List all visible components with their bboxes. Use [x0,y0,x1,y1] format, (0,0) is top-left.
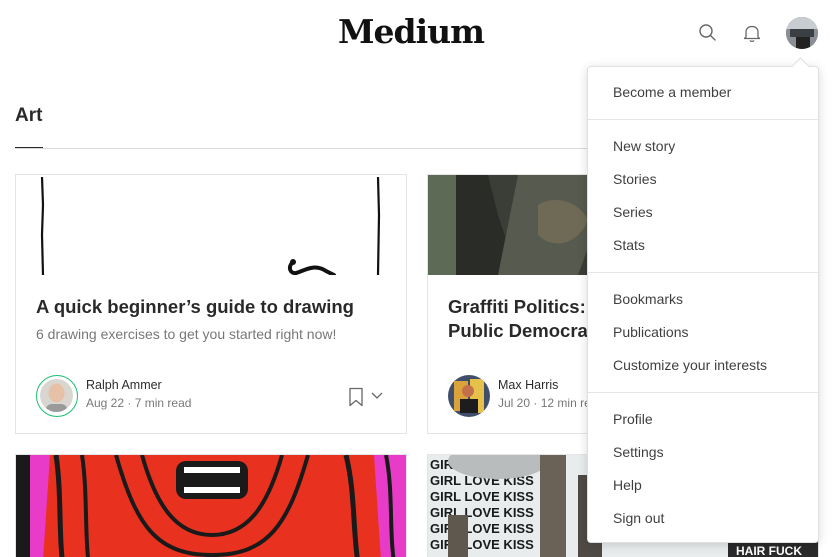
menu-item-become-member[interactable]: Become a member [613,84,731,100]
menu-item-settings[interactable]: Settings [613,444,664,460]
author-name[interactable]: Ralph Ammer [86,378,162,392]
story-card[interactable]: A quick beginner’s guide to drawing 6 dr… [15,174,407,434]
svg-text:GIRL LOVE KISS: GIRL LOVE KISS [430,505,534,520]
story-image[interactable] [16,175,406,275]
chevron-down-icon[interactable] [370,391,384,401]
story-image[interactable] [16,455,406,557]
menu-item-profile[interactable]: Profile [613,411,653,427]
story-card[interactable] [15,454,407,557]
menu-item-sign-out[interactable]: Sign out [613,510,664,526]
user-avatar[interactable] [786,17,818,49]
story-meta: Aug 22 · 7 min read [86,396,191,410]
menu-item-stats[interactable]: Stats [613,237,645,253]
story-date: Jul 20 [498,396,531,410]
menu-item-help[interactable]: Help [613,477,642,493]
menu-item-publications[interactable]: Publications [613,324,689,340]
author-avatar[interactable] [448,375,490,417]
menu-item-stories[interactable]: Stories [613,171,657,187]
menu-item-series[interactable]: Series [613,204,653,220]
meta-separator: · [127,396,135,410]
search-icon[interactable] [697,22,719,44]
author-name[interactable]: Max Harris [498,378,558,392]
medium-logo[interactable]: Medium [338,12,485,51]
read-time: 7 min read [134,396,192,410]
menu-divider [588,119,818,120]
bell-icon[interactable] [741,22,763,44]
story-subtitle[interactable]: 6 drawing exercises to get you started r… [36,326,336,342]
bookmark-icon[interactable] [348,387,364,407]
menu-item-bookmarks[interactable]: Bookmarks [613,291,683,307]
menu-divider [588,272,818,273]
story-date: Aug 22 [86,396,125,410]
section-title: Art [15,105,43,126]
menu-divider [588,392,818,393]
meta-separator: · [533,396,541,410]
account-dropdown-menu: Become a member New story Stories Series… [587,66,819,543]
story-title[interactable]: A quick beginner’s guide to drawing [36,295,394,319]
svg-text:GIRL LOVE KISS: GIRL LOVE KISS [430,489,534,504]
svg-text:HAIR FUCK: HAIR FUCK [736,544,802,557]
svg-text:GIRL LOVE KISS: GIRL LOVE KISS [430,537,534,552]
svg-text:GIRL LOVE KISS: GIRL LOVE KISS [430,521,534,536]
menu-item-new-story[interactable]: New story [613,138,675,154]
author-avatar[interactable] [36,375,78,417]
menu-item-customize-interests[interactable]: Customize your interests [613,357,767,373]
